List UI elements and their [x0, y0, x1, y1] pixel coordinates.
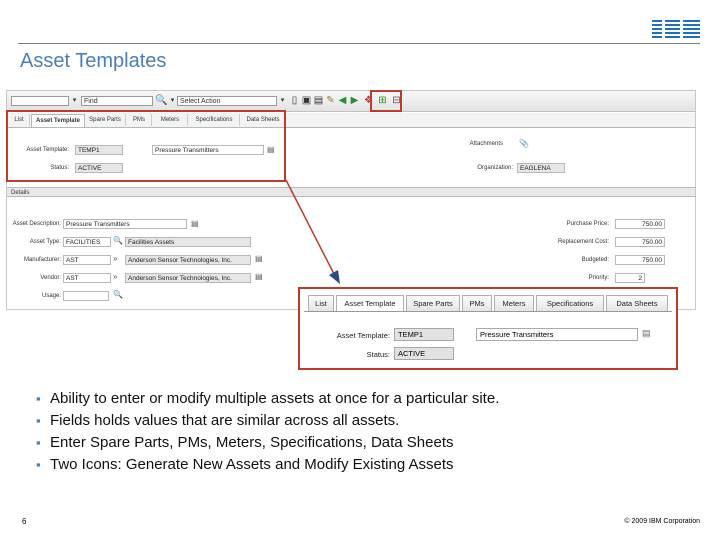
- detail-menu-icon[interactable]: »: [113, 254, 117, 263]
- search-icon[interactable]: 🔍: [113, 290, 123, 299]
- long-description-icon[interactable]: ▤: [255, 272, 263, 281]
- asset-template-field[interactable]: TEMP1: [394, 328, 454, 341]
- asset-type-field[interactable]: FACILITIES: [63, 237, 111, 247]
- slide-title: Asset Templates: [20, 50, 167, 72]
- usage-field[interactable]: [63, 291, 109, 301]
- previous-icon[interactable]: ◀: [337, 95, 348, 106]
- budgeted-field[interactable]: 750.00: [615, 255, 665, 265]
- organization-field[interactable]: EAGLENA: [517, 163, 565, 173]
- paperclip-icon[interactable]: 📎: [519, 139, 529, 148]
- search-icon[interactable]: 🔍: [113, 236, 123, 245]
- icons-highlight-box: [370, 90, 402, 112]
- find-field[interactable]: Find: [81, 96, 153, 106]
- page-number: 6: [22, 517, 27, 526]
- priority-label: Priority:: [588, 275, 609, 281]
- tab-list[interactable]: List: [308, 295, 334, 311]
- priority-field[interactable]: 2: [615, 273, 645, 283]
- callout-arrow: [285, 179, 340, 284]
- tab-meters[interactable]: Meters: [494, 295, 534, 311]
- attachments-label: Attachments: [469, 141, 503, 147]
- bullet-list: Ability to enter or modify multiple asse…: [36, 388, 636, 476]
- clear-icon[interactable]: ▤: [313, 95, 324, 106]
- asset-template-description[interactable]: Pressure Transmitters: [476, 328, 638, 341]
- search-icon[interactable]: 🔍: [155, 95, 167, 106]
- bullet-item: Two Icons: Generate New Assets and Modif…: [36, 454, 636, 476]
- edit-icon[interactable]: ✎: [325, 95, 336, 106]
- zoomed-tabs-callout: List Asset Template Spare Parts PMs Mete…: [298, 287, 678, 370]
- long-description-icon[interactable]: ▤: [642, 328, 651, 339]
- status-field[interactable]: ACTIVE: [394, 347, 454, 360]
- manufacturer-label: Manufacturer:: [23, 257, 61, 263]
- long-description-icon[interactable]: ▤: [255, 254, 263, 263]
- organization-label: Organization:: [477, 165, 513, 171]
- next-icon[interactable]: ▶: [349, 95, 360, 106]
- ibm-logo: [652, 20, 700, 38]
- new-record-icon[interactable]: ▯: [289, 95, 300, 106]
- details-section-header[interactable]: Details: [7, 187, 695, 197]
- tab-specifications[interactable]: Specifications: [536, 295, 604, 311]
- tabs-highlight-box: [6, 110, 286, 182]
- vendor-label: Vendor:: [40, 275, 61, 281]
- asset-description-label: Asset Description:: [12, 221, 61, 227]
- detail-menu-icon[interactable]: »: [113, 272, 117, 281]
- vendor-description: Anderson Sensor Technologies, Inc.: [125, 273, 251, 283]
- vendor-field[interactable]: AST: [63, 273, 111, 283]
- purchase-price-field[interactable]: 750.00: [615, 219, 665, 229]
- tab-pms[interactable]: PMs: [462, 295, 492, 311]
- select-action-dropdown[interactable]: Select Action: [177, 96, 277, 106]
- purchase-price-label: Purchase Price:: [566, 221, 609, 227]
- chevron-down-icon[interactable]: ▾: [277, 95, 288, 106]
- asset-template-label: Asset Template:: [336, 331, 390, 340]
- status-label: Status:: [366, 350, 390, 359]
- chevron-down-icon[interactable]: ▾: [69, 95, 80, 106]
- app-toolbar: ▾ Find 🔍 ▾ Select Action ▾ ▯ ▣ ▤ ✎ ◀ ▶ ❖…: [7, 91, 695, 112]
- bullet-item: Fields holds values that are similar acr…: [36, 410, 636, 432]
- tab-data-sheets[interactable]: Data Sheets: [606, 295, 668, 311]
- save-icon[interactable]: ▣: [301, 95, 312, 106]
- asset-type-description: Facilities Assets: [125, 237, 251, 247]
- copyright: © 2009 IBM Corporation: [624, 518, 700, 525]
- replacement-cost-field[interactable]: 750.00: [615, 237, 665, 247]
- find-input[interactable]: [11, 96, 69, 106]
- manufacturer-field[interactable]: AST: [63, 255, 111, 265]
- budgeted-label: Budgeted:: [581, 257, 609, 263]
- tab-asset-template[interactable]: Asset Template: [336, 295, 404, 311]
- asset-type-label: Asset Type:: [29, 239, 61, 245]
- bullet-item: Enter Spare Parts, PMs, Meters, Specific…: [36, 432, 636, 454]
- usage-label: Usage:: [41, 293, 61, 299]
- tab-spare-parts[interactable]: Spare Parts: [406, 295, 460, 311]
- header-rule: [18, 43, 700, 44]
- manufacturer-description: Anderson Sensor Technologies, Inc.: [125, 255, 251, 265]
- zoom-tabs: List Asset Template Spare Parts PMs Mete…: [304, 295, 672, 312]
- replacement-cost-label: Replacement Cost:: [557, 239, 609, 245]
- asset-description-field[interactable]: Pressure Transmitters: [63, 219, 187, 229]
- long-description-icon[interactable]: ▤: [191, 219, 199, 228]
- bullet-item: Ability to enter or modify multiple asse…: [36, 388, 636, 410]
